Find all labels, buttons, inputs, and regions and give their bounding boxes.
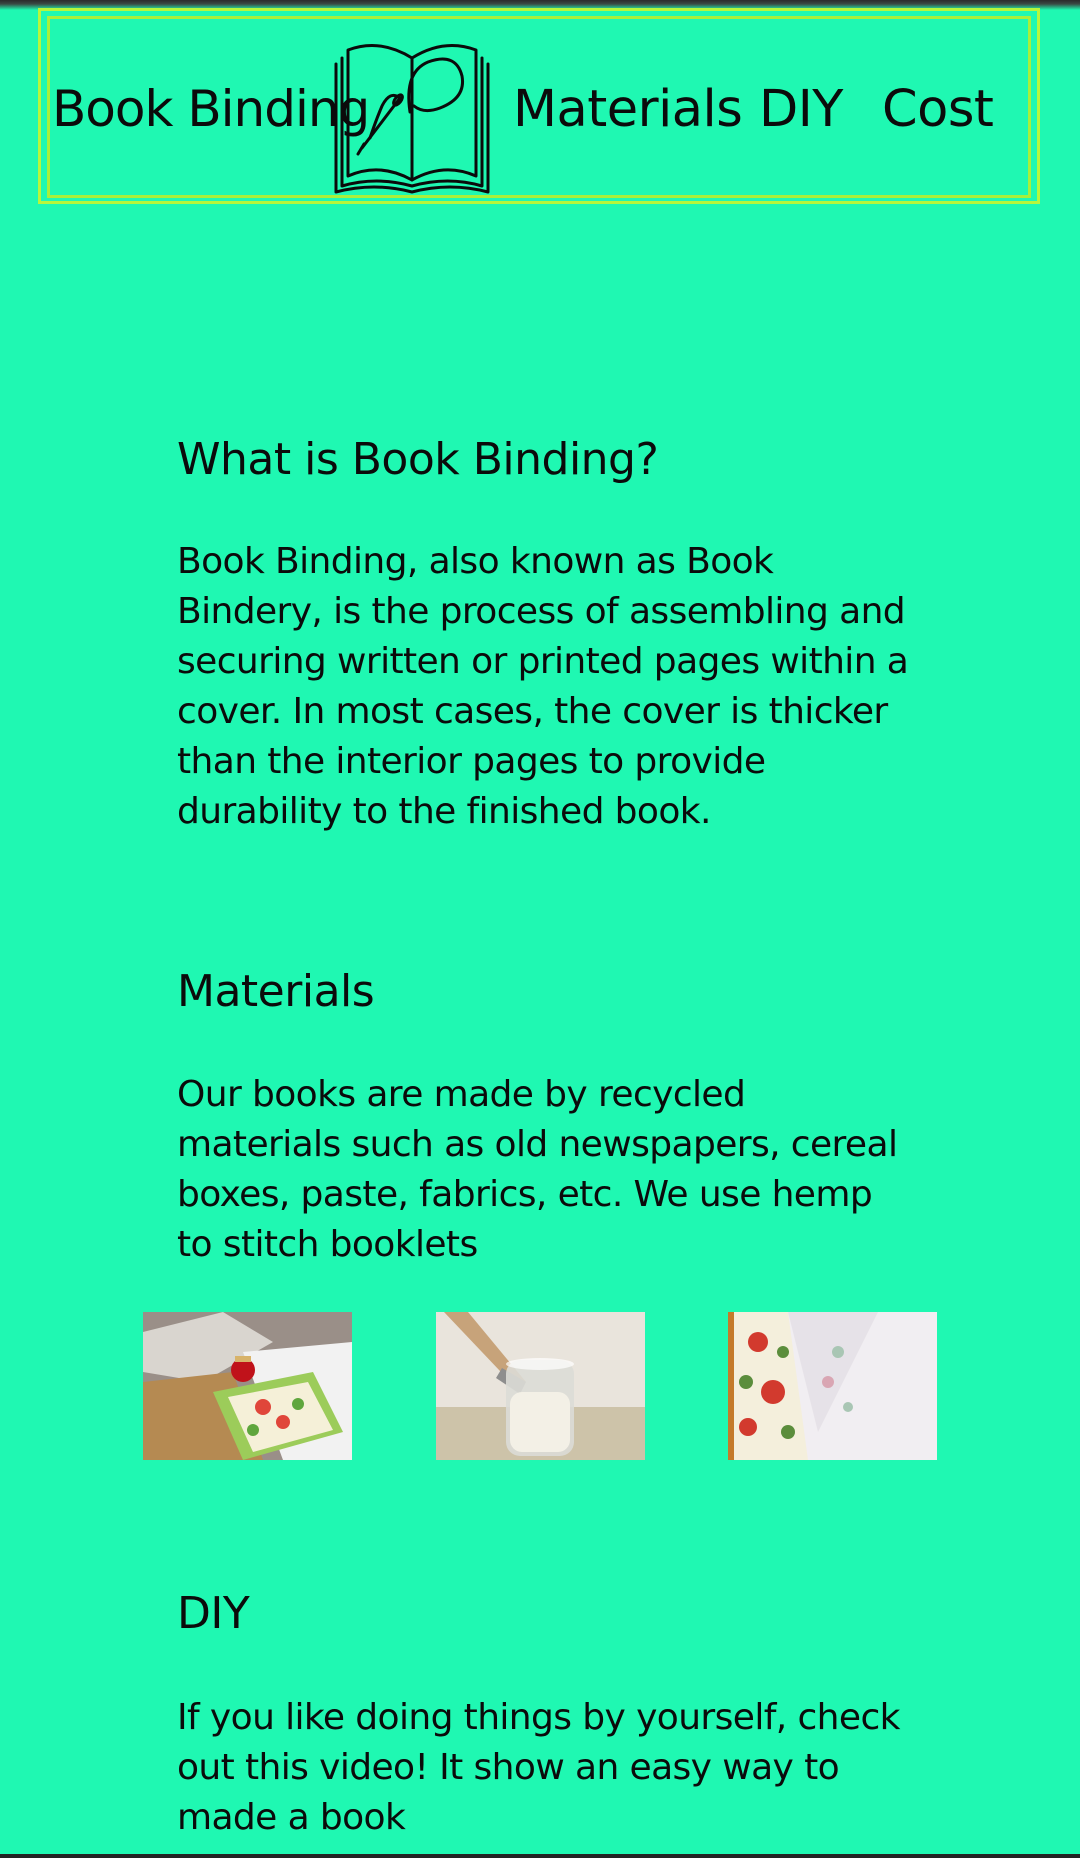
nav-link-materials[interactable]: Materials <box>513 84 743 135</box>
diy-heading: DIY <box>177 1588 250 1639</box>
paste-jar-with-brush-photo <box>436 1312 645 1460</box>
recycled-papers-and-boxes-photo <box>143 1312 352 1460</box>
nav-link-diy[interactable]: DIY <box>759 84 843 135</box>
nav-link-cost[interactable]: Cost <box>882 84 994 135</box>
bottom-edge <box>0 1854 1080 1858</box>
brand-link[interactable]: Book Binding <box>52 84 370 134</box>
navbar: Book Binding Materials DIY Cost <box>0 20 1080 200</box>
materials-heading: Materials <box>177 966 375 1017</box>
what-is-book-binding-text: Book Binding, also known as Book Bindery… <box>177 541 909 832</box>
book-needle-thread-icon[interactable] <box>330 36 494 196</box>
floral-fabric-and-paper-photo <box>728 1312 937 1460</box>
materials-text: Our books are made by recycled materials… <box>177 1074 898 1265</box>
what-is-book-binding-heading: What is Book Binding? <box>177 434 659 485</box>
diy-text: If you like doing things by yourself, ch… <box>177 1697 900 1838</box>
